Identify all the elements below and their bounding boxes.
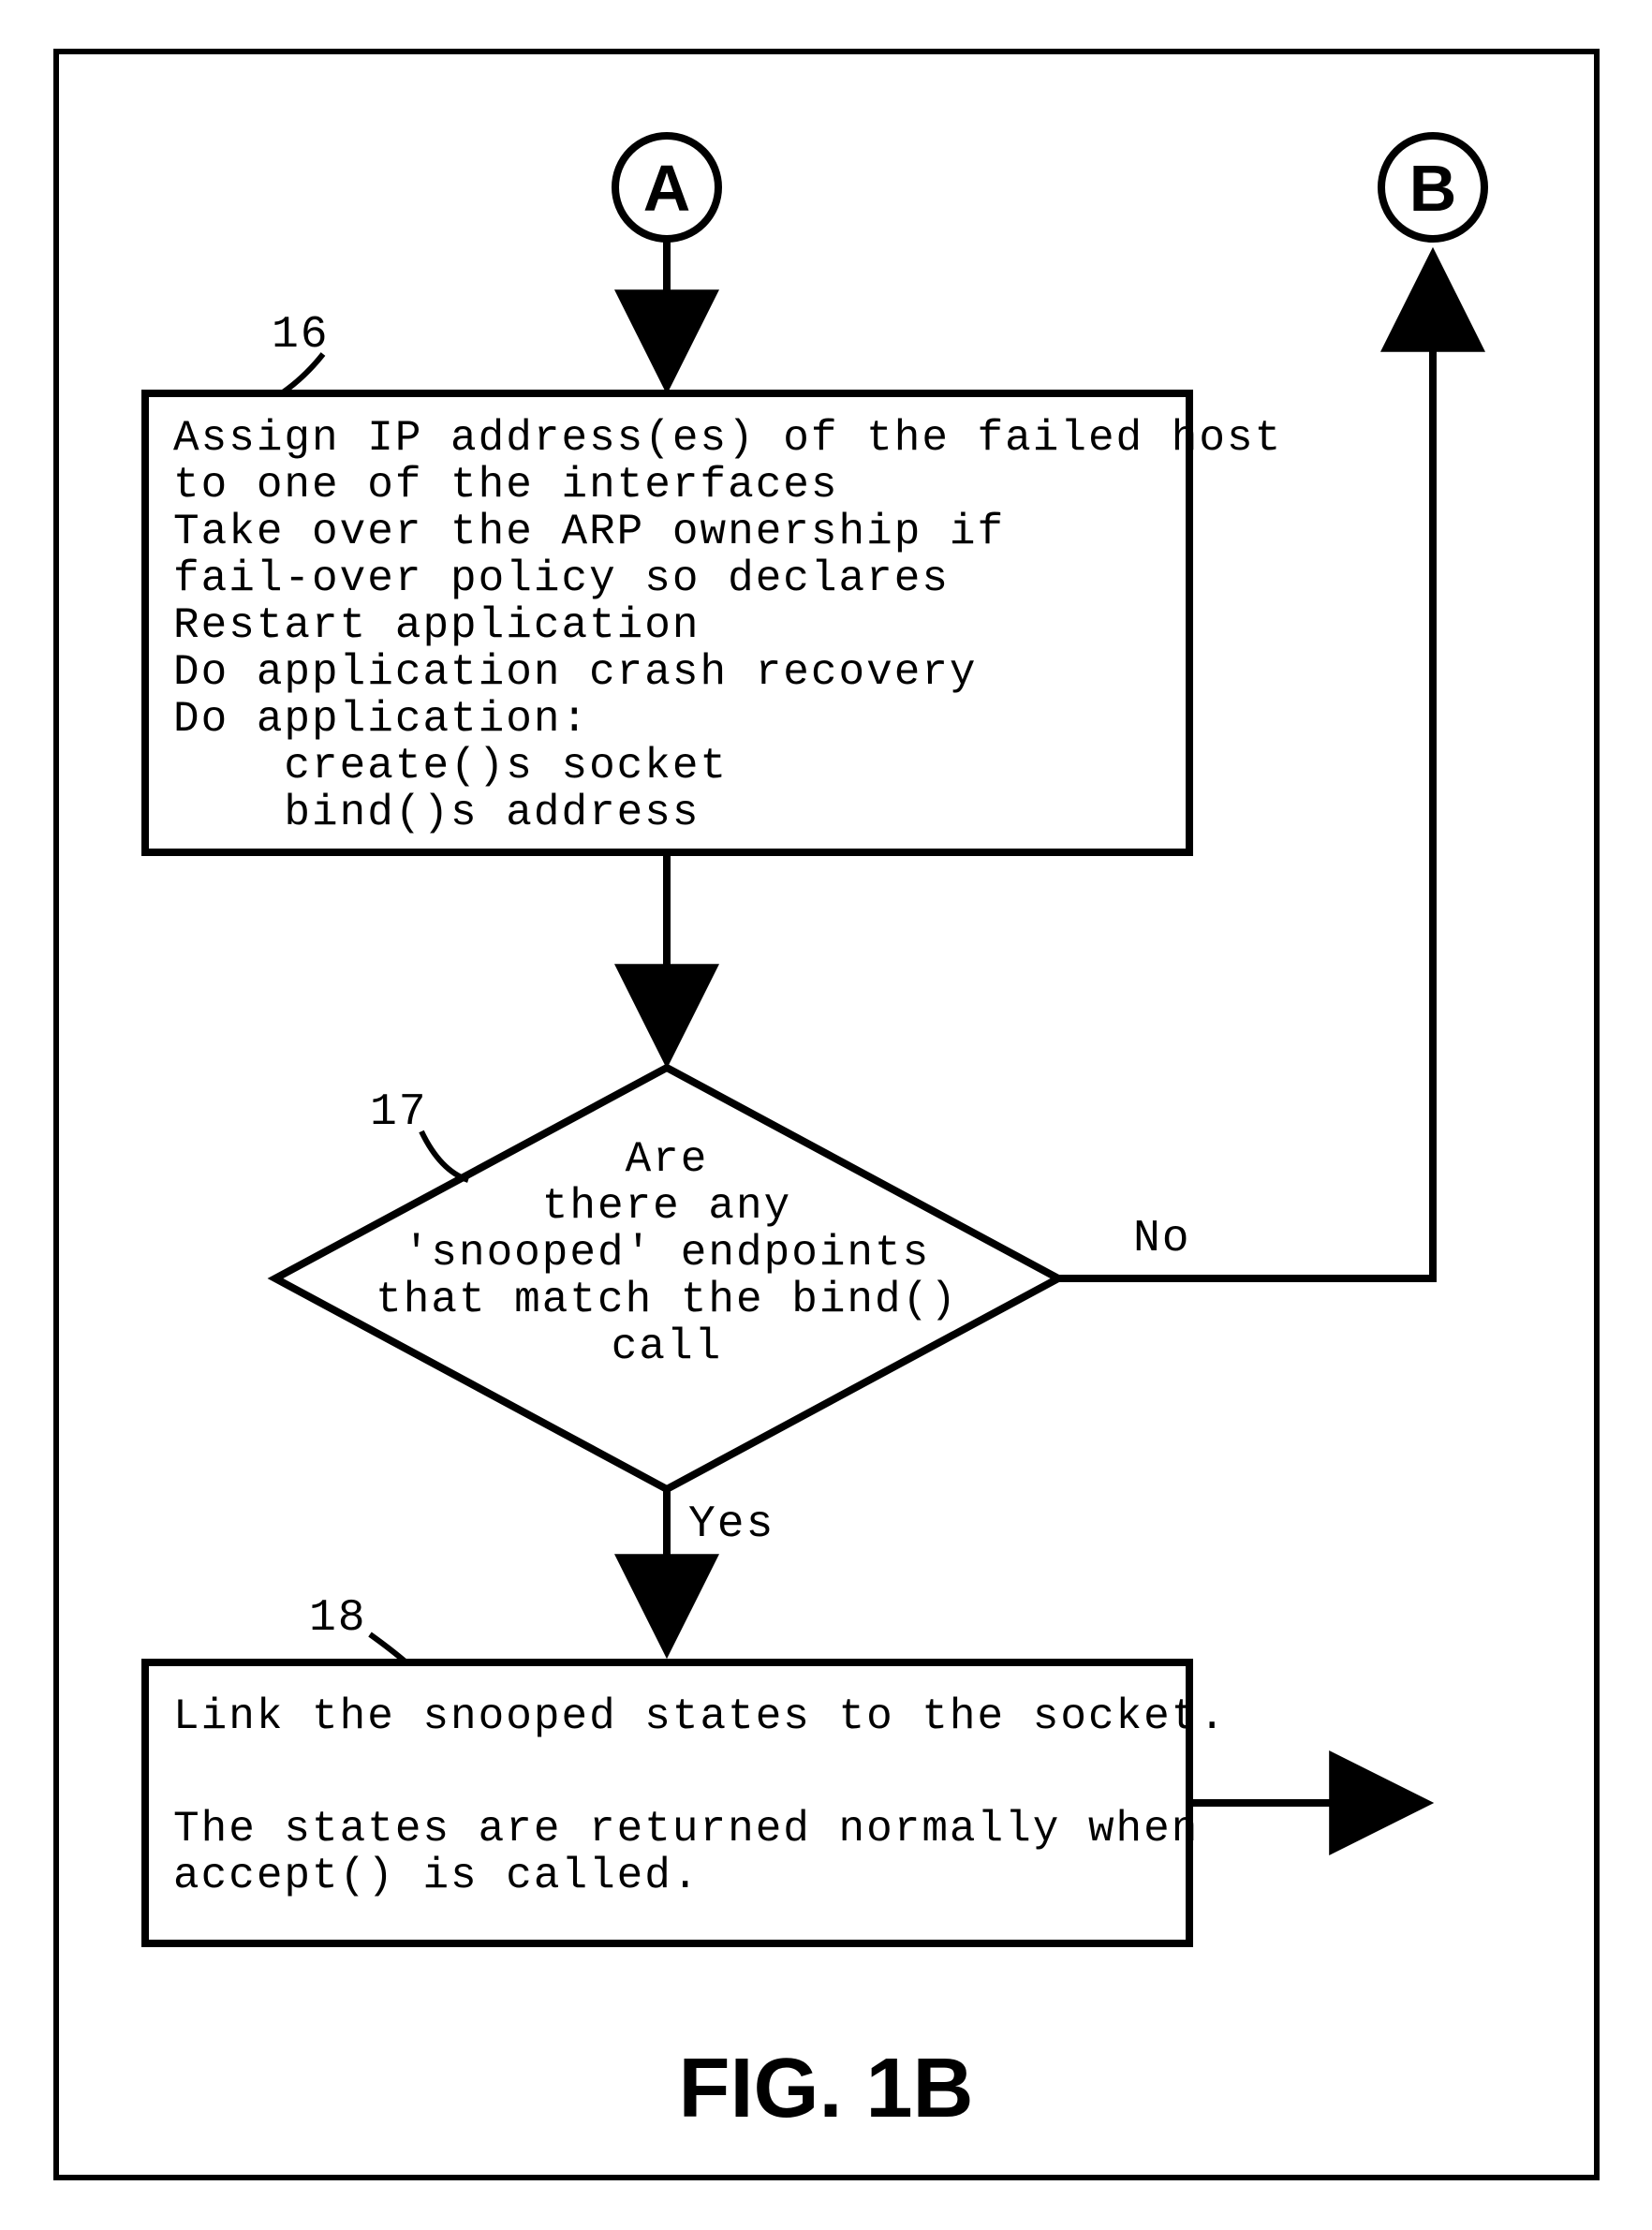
box16-line-1: to one of the interfaces — [173, 461, 839, 510]
edge-yes: Yes — [667, 1489, 774, 1648]
dec17-line-1: there any — [542, 1182, 791, 1231]
leader-17 — [421, 1131, 468, 1180]
dec17-line-0: Are — [626, 1135, 709, 1184]
label-17: 17 — [370, 1087, 428, 1138]
label-yes: Yes — [688, 1499, 774, 1550]
dec17-line-4: call — [612, 1322, 722, 1371]
connector-a-label: A — [643, 152, 691, 225]
connector-b: B — [1381, 136, 1484, 239]
dec17-line-3: that match the bind() — [376, 1276, 958, 1324]
process-box-18: Link the snooped states to the socket. T… — [145, 1662, 1227, 1943]
process-box-16: Assign IP address(es) of the failed host… — [145, 393, 1282, 852]
box16-line-2: Take over the ARP ownership if — [173, 508, 1005, 556]
box16-line-8: bind()s address — [173, 789, 701, 837]
figure-caption: FIG. 1B — [678, 2042, 973, 2135]
label-18: 18 — [309, 1593, 367, 1644]
box16-line-6: Do application: — [173, 695, 589, 744]
box16-line-7: create()s socket — [173, 742, 728, 790]
dec17-line-2: 'snooped' endpoints — [404, 1229, 931, 1277]
box18-line-0: Link the snooped states to the socket. — [173, 1692, 1227, 1741]
connector-a: A — [615, 136, 718, 239]
box16-line-0: Assign IP address(es) of the failed host — [173, 414, 1282, 463]
connector-b-label: B — [1409, 152, 1457, 225]
box16-line-3: fail-over policy so declares — [173, 554, 950, 603]
box16-line-5: Do application crash recovery — [173, 648, 978, 697]
box18-line-2: The states are returned normally when — [173, 1805, 1199, 1853]
box18-line-3: accept() is called. — [173, 1852, 701, 1900]
box16-line-4: Restart application — [173, 601, 701, 650]
label-no: No — [1133, 1214, 1191, 1264]
